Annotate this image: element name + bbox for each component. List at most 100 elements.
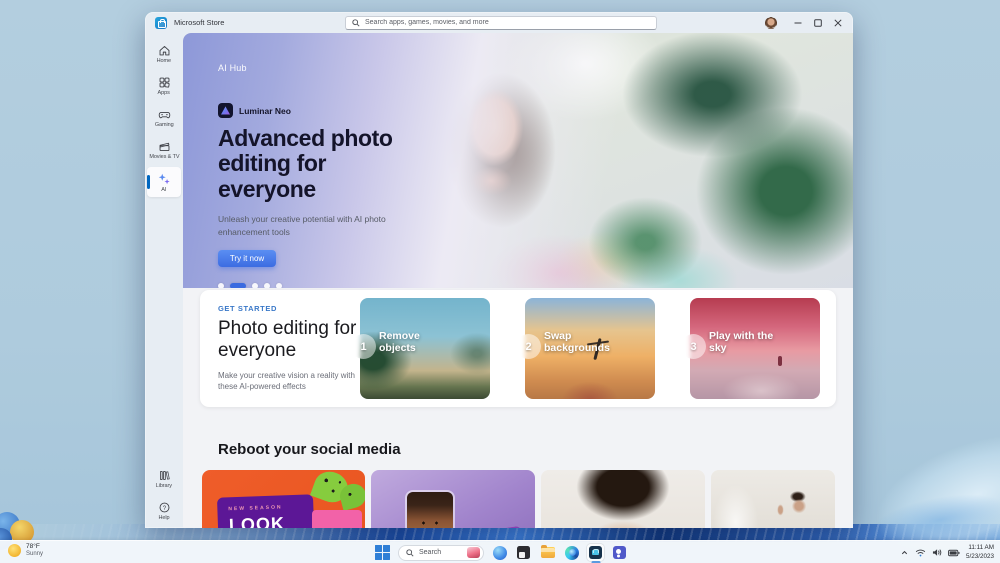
microsoft-store-window: Microsoft Store Search apps, games, movi… [145,12,853,528]
step-number-badge: 3 [681,334,706,359]
get-started-description: Make your creative vision a reality with… [218,370,355,392]
movies-tv-icon [159,142,169,152]
promo-pink-tile [312,510,362,528]
speaker-icon[interactable] [932,548,942,557]
taskbar-search-label: Search [419,549,442,556]
sidebar-item-label: Help [158,515,170,521]
promo-eyebrow: NEW SEASON [228,504,283,513]
file-explorer-button[interactable] [539,544,556,561]
store-search-input[interactable] [365,19,650,26]
edge-button[interactable] [563,544,580,561]
folder-icon [540,545,555,558]
windows-logo-icon [374,544,391,561]
chevron-up-icon[interactable] [900,548,909,557]
page-title: AI Hub [218,63,247,73]
sidebar-item-apps[interactable]: Apps [147,71,181,101]
search-icon [352,18,360,27]
hero-banner[interactable]: AI Hub Luminar Neo Advanced photo editin… [183,33,853,288]
effect-card-swap-backgrounds[interactable]: 2 Swap backgrounds [516,298,655,399]
store-icon [589,546,602,559]
carousel-dot[interactable] [276,283,282,288]
step-number-badge: 2 [516,334,541,359]
store-page-content: AI Hub Luminar Neo Advanced photo editin… [183,33,853,528]
section-title-social: Reboot your social media [218,441,401,458]
try-it-now-button[interactable]: Try it now [218,250,276,268]
sunny-weather-icon [8,544,21,558]
search-icon [406,548,414,557]
sidebar-item-movies-tv[interactable]: Movies & TV [147,135,181,165]
sidebar-item-help[interactable]: ? Help [147,496,181,526]
sidebar-item-gaming[interactable]: Gaming [147,103,181,133]
hero-description: Unleash your creative potential with AI … [218,213,386,237]
sidebar-item-home[interactable]: Home [147,39,181,69]
apps-grid-icon [159,77,170,88]
portrait-thumbnail [407,492,453,528]
taskbar: 78°F Sunny Search 11:11 AM 5/23/2023 [0,540,1000,563]
carousel-dot[interactable] [252,283,258,288]
clock-widget[interactable]: 11:11 AM 5/23/2023 [966,544,994,560]
dark-window-icon [517,546,530,559]
social-card-video-call-wave[interactable] [711,470,835,528]
hero-headline: Advanced photo editing for everyone [218,125,393,202]
battery-icon[interactable] [948,549,960,557]
social-card-video-call-closeup[interactable] [541,470,705,528]
carousel-dots [218,283,413,288]
hero-app-name: Luminar Neo [239,105,291,116]
taskbar-center: Search [374,543,628,563]
edge-icon [564,545,579,560]
sidebar-item-label: Home [156,58,172,64]
sidebar-item-label: Movies & TV [148,154,180,160]
minimize-button[interactable] [789,15,807,30]
sidebar-item-ai[interactable]: AI [147,167,181,197]
waving-man-image [711,470,835,528]
system-tray: 11:11 AM 5/23/2023 [900,543,994,562]
teams-icon [613,546,626,559]
teams-button[interactable] [611,544,628,561]
social-card-portrait-app[interactable] [371,470,535,528]
help-icon: ? [159,502,169,513]
effect-card-label: Remove objects [379,330,420,355]
copilot-button[interactable] [491,544,508,561]
library-icon [159,471,170,480]
sidebar-item-label: AI [161,186,167,193]
microsoft-store-button-active[interactable] [587,544,604,563]
step-number-badge: 1 [351,334,376,359]
social-cards-row: NEW SEASON LOOK [202,470,835,528]
social-card-new-season-look[interactable]: NEW SEASON LOOK [202,470,365,528]
weather-widget[interactable]: 78°F Sunny [8,543,43,559]
carousel-dot-active[interactable] [230,283,246,288]
weather-temp: 78°F [26,543,40,550]
sidebar: Home Apps Gaming Movies & TV AI Library … [145,33,183,528]
ai-sparkles-icon [158,173,170,184]
effect-card-play-with-sky[interactable]: 3 Play with the sky [681,298,820,399]
home-icon [159,45,169,56]
sidebar-item-library[interactable]: Library [147,464,181,494]
taskbar-search[interactable]: Search [398,544,484,561]
start-button[interactable] [374,544,391,561]
close-button[interactable] [829,15,847,30]
close-icon [834,18,842,27]
carousel-dot[interactable] [264,283,270,288]
desktop: Microsoft Store Search apps, games, movi… [0,0,1000,563]
tray-date: 5/23/2023 [965,552,994,560]
sidebar-item-label: Apps [157,90,171,96]
account-avatar[interactable] [765,16,777,29]
copilot-icon [492,545,507,560]
store-search-box[interactable] [345,15,657,30]
tray-time: 11:11 AM [968,544,994,552]
surfer-silhouette [778,356,782,366]
carousel-dot[interactable] [218,283,224,288]
get-started-panel: GET STARTED Photo editing for everyone M… [200,290,836,407]
effect-card-remove-objects[interactable]: 1 Remove objects [351,298,490,399]
wifi-icon[interactable] [915,548,926,557]
titlebar[interactable]: Microsoft Store [145,12,853,33]
window-title: Microsoft Store [174,18,225,27]
desktops-button[interactable] [515,544,532,561]
luminar-neo-logo [218,103,233,118]
sidebar-item-label: Gaming [154,122,174,128]
weather-condition: Sunny [26,551,44,558]
maximize-button[interactable] [809,15,827,30]
search-highlight-thumbnail[interactable] [467,547,480,558]
gamepad-icon [158,112,170,119]
store-app-icon [155,16,167,29]
